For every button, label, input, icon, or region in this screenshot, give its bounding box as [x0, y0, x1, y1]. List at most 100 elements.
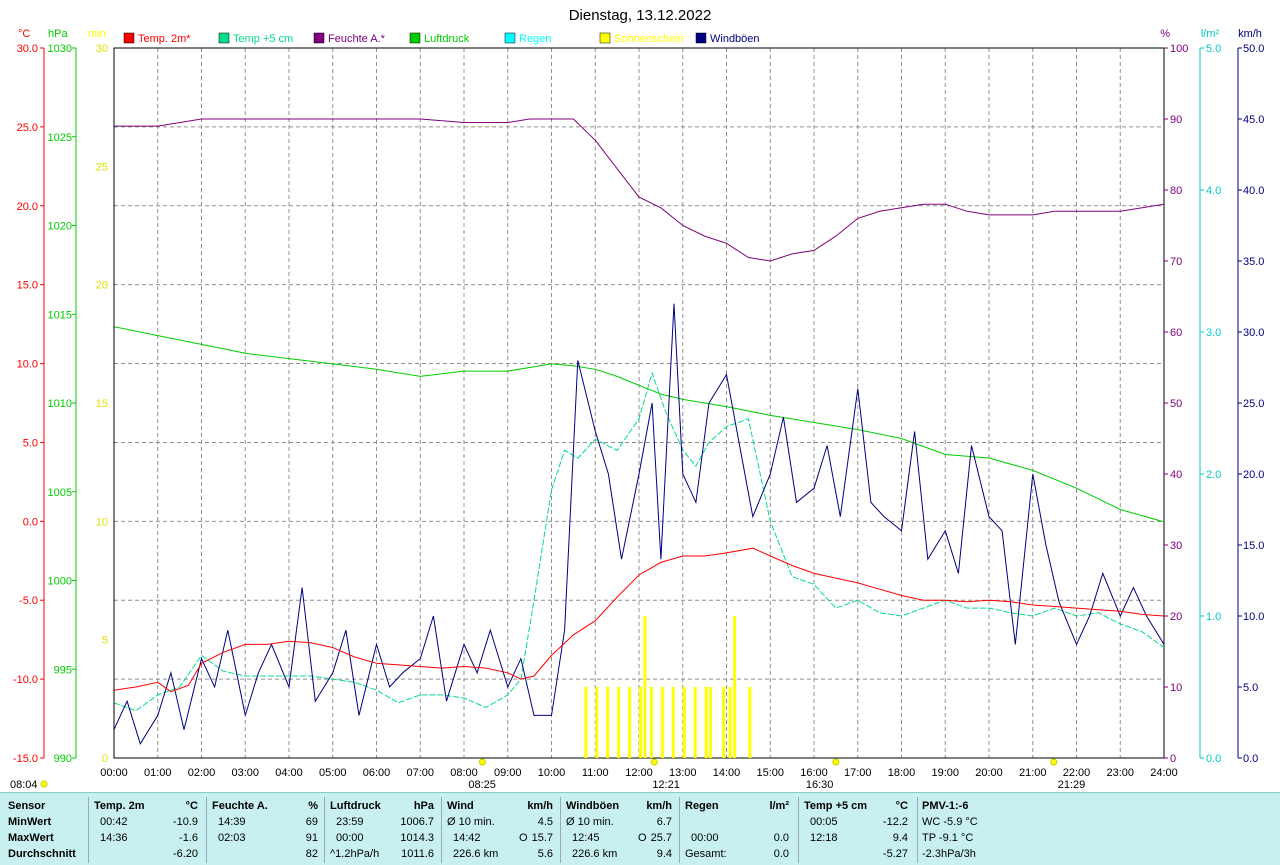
- legend-label: Temp +5 cm: [233, 33, 293, 45]
- tick-label-hpa: 1005: [48, 487, 72, 499]
- tick-label-hour: 24:00: [1150, 767, 1178, 779]
- sunshine-bar: [595, 687, 599, 758]
- tick-label-hour: 23:00: [1106, 767, 1134, 779]
- sunshine-bar: [628, 687, 632, 758]
- stats-boeen-avg-value: 9.4: [656, 848, 672, 860]
- tick-label-temp: -15.0: [13, 753, 38, 765]
- legend-label: Windböen: [710, 33, 760, 45]
- sunshine-bar: [643, 616, 647, 758]
- legend-swatch: [695, 32, 707, 44]
- stats-pmv-col: PMV-1:-6 WC -5.9 °C TP -9.1 °C -2.3hPa/3…: [922, 793, 1032, 865]
- stats-boeen-max-direction: O: [638, 832, 647, 844]
- stats-temp2m-max-time: 14:36: [100, 832, 128, 844]
- sun-icon: [40, 780, 48, 788]
- sunshine-bar: [748, 687, 752, 758]
- stats-feuchte-max-value: 91: [305, 832, 318, 844]
- sunshine-bar: [709, 687, 712, 758]
- stats-luftdruck-max-time: 00:00: [336, 832, 364, 844]
- stats-regen-col: Regen l/m² 00:00 0.0 Gesamt: 0.0: [685, 793, 795, 865]
- tick-label-hpa: 995: [54, 664, 72, 676]
- tick-label-pct: 50: [1170, 398, 1182, 410]
- stats-divider: [679, 797, 680, 863]
- stats-luftdruck-min-time: 23:59: [336, 816, 364, 828]
- tick-label-temp: 15.0: [17, 280, 38, 292]
- stats-boeen-distance: 226.6 km: [572, 848, 618, 860]
- sun-marker-label: 16:30: [806, 779, 834, 791]
- axis-unit-min: min: [88, 28, 106, 40]
- stats-unit-boeen: km/h: [646, 800, 672, 812]
- sun-icon: [1050, 758, 1058, 766]
- sun-icon: [832, 758, 840, 766]
- stats-wind-distance: 226.6 km: [453, 848, 499, 860]
- stats-unit-regen: l/m²: [769, 800, 789, 812]
- tick-label-temp: 30.0: [17, 43, 38, 55]
- tick-label-hpa: 1020: [48, 221, 72, 233]
- tick-label-min: 25: [96, 161, 108, 173]
- sun-marker-label: 08:04: [10, 779, 38, 791]
- tick-label-hour: 15:00: [756, 767, 784, 779]
- stats-unit-temp2m: °C: [185, 800, 198, 812]
- tick-label-temp: 5.0: [23, 437, 38, 449]
- tick-label-pct: 40: [1170, 469, 1182, 481]
- tick-label-pct: 100: [1170, 43, 1188, 55]
- legend-swatch: [218, 32, 230, 44]
- stats-dewpoint: TP -9.1 °C: [922, 832, 974, 844]
- sunshine-bar: [617, 687, 621, 758]
- axis-unit-rain: l/m²: [1201, 28, 1220, 40]
- tick-label-kmh: 5.0: [1243, 682, 1258, 694]
- stats-luftdruck-min-value: 1006.7: [400, 816, 434, 828]
- sun-marker-label: 08:25: [468, 779, 496, 791]
- tick-label-temp: -10.0: [13, 674, 38, 686]
- stats-boeen-max-time: 12:45: [572, 832, 600, 844]
- tick-label-hour: 04:00: [275, 767, 303, 779]
- legend-label: Regen: [519, 33, 551, 45]
- tick-label-hpa: 1030: [48, 43, 72, 55]
- axis-unit-kmh: km/h: [1238, 28, 1262, 40]
- sunshine-bar: [660, 687, 664, 758]
- sunshine-bar: [649, 687, 653, 758]
- tick-label-hpa: 1015: [48, 309, 72, 321]
- tick-label-temp: -5.0: [19, 595, 38, 607]
- sunshine-bar: [682, 687, 686, 758]
- stats-unit-temp5: °C: [895, 800, 908, 812]
- stats-unit-feuchte: %: [308, 800, 318, 812]
- stats-feuchte-avg-value: 82: [305, 848, 318, 860]
- sunshine-bar: [722, 687, 726, 758]
- stats-luftdruck-col: Luftdruck hPa 23:59 1006.7 00:00 1014.3 …: [330, 793, 438, 865]
- sunshine-bar: [639, 687, 642, 758]
- sunshine-bar: [693, 687, 697, 758]
- tick-label-hour: 05:00: [319, 767, 347, 779]
- stats-wind-col: Wind km/h Ø 10 min. 4.5 14:42 O 15.7 226…: [447, 793, 557, 865]
- stats-luftdruck-max-value: 1014.3: [400, 832, 434, 844]
- stats-temp2m-avg-value: -6.20: [172, 848, 198, 860]
- stats-header-feuchte: Feuchte A.: [212, 800, 268, 812]
- tick-label-rain: 0.0: [1206, 753, 1221, 765]
- sunshine-bar: [733, 616, 737, 758]
- tick-label-pct: 20: [1170, 611, 1182, 623]
- stats-unit-luftdruck: hPa: [413, 800, 434, 812]
- stats-label-max: MaxWert: [8, 832, 54, 844]
- stats-wind-max-value: 15.7: [531, 832, 553, 844]
- tick-label-rain: 3.0: [1206, 327, 1221, 339]
- tick-label-temp: 10.0: [17, 359, 38, 371]
- tick-label-pct: 0: [1170, 753, 1176, 765]
- tick-label-temp: 20.0: [17, 201, 38, 213]
- weather-chart: °C hPa min% l/m² km/h 30.0 25.0 20.0 15.0 10.0 5.0…: [0, 0, 1280, 792]
- sunshine-bar: [671, 687, 675, 758]
- tick-label-kmh: 30.0: [1243, 327, 1264, 339]
- axis-unit-temp: °C: [18, 28, 30, 40]
- stats-temp2m-col: Temp. 2m °C 00:42 -10.9 14:36 -1.6 -6.20: [94, 793, 204, 865]
- tick-label-pct: 80: [1170, 185, 1182, 197]
- tick-label-hour: 19:00: [931, 767, 959, 779]
- tick-label-min: 5: [102, 635, 108, 647]
- tick-label-hour: 18:00: [888, 767, 916, 779]
- tick-label-kmh: 25.0: [1243, 398, 1264, 410]
- stats-luftdruck-trend: ^1.2hPa/h: [330, 848, 380, 860]
- legend-label: Sonnenschein: [614, 33, 684, 45]
- stats-temp5-max-time: 12:18: [810, 832, 838, 844]
- legend-swatch: [123, 32, 135, 44]
- tick-label-hour: 12:00: [625, 767, 653, 779]
- tick-label-kmh: 35.0: [1243, 256, 1264, 268]
- stats-divider: [917, 797, 918, 863]
- tick-label-hour: 09:00: [494, 767, 522, 779]
